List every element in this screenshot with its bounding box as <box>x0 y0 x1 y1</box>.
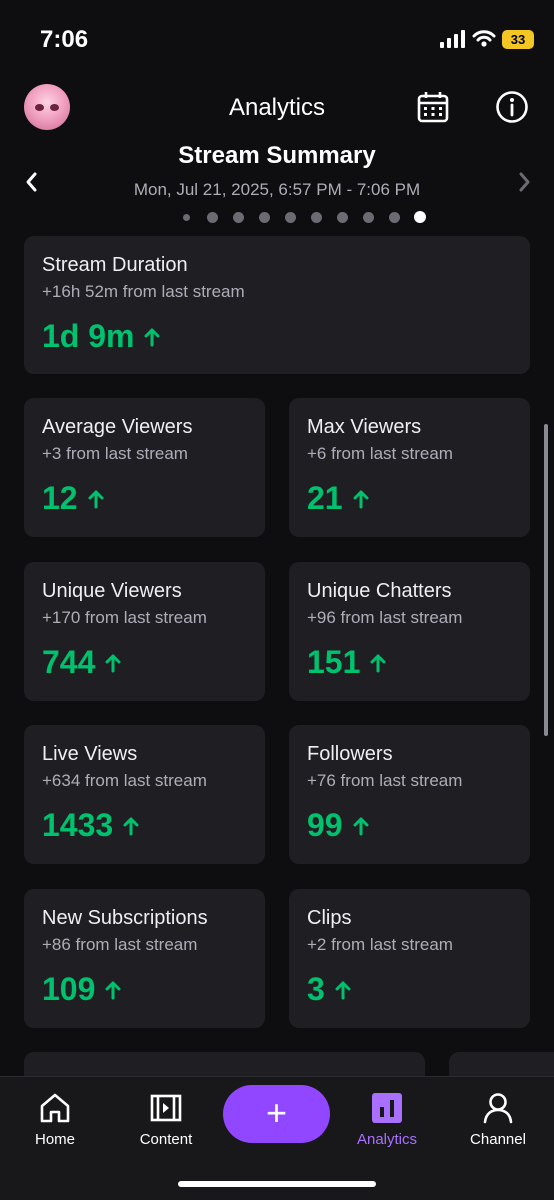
stat-card-followers: Followers +76 from last stream 99 <box>289 725 530 864</box>
stat-card-stream-duration: Stream Duration +16h 52m from last strea… <box>24 236 530 374</box>
stat-card-clips: Clips +2 from last stream 3 <box>289 889 530 1028</box>
stat-value: 1433 <box>42 807 139 844</box>
stat-title: Clips <box>307 907 352 929</box>
page-dot[interactable] <box>284 212 296 223</box>
stat-value: 99 <box>307 807 369 844</box>
arrow-up-icon <box>123 817 139 835</box>
page-dot[interactable] <box>258 212 270 223</box>
tab-bar: Home Content + Analytics Channel <box>0 1076 554 1200</box>
bar-chart-icon <box>372 1093 402 1123</box>
tab-label: Content <box>139 1131 193 1148</box>
stat-card-average-viewers: Average Viewers +3 from last stream 12 <box>24 398 265 537</box>
stat-card-live-views: Live Views +634 from last stream 1433 <box>24 725 265 864</box>
chevron-right-icon[interactable] <box>512 168 536 196</box>
stat-card-partial <box>449 1052 554 1076</box>
stat-change: +6 from last stream <box>307 444 453 463</box>
page-dot-active[interactable] <box>414 211 426 223</box>
stat-change: +3 from last stream <box>42 444 188 463</box>
tab-content[interactable]: Content <box>116 1091 216 1148</box>
home-icon <box>40 1093 70 1123</box>
home-indicator[interactable] <box>178 1181 376 1187</box>
page-dot[interactable] <box>232 212 244 223</box>
stat-change: +2 from last stream <box>307 935 453 954</box>
page-dot[interactable] <box>388 212 400 223</box>
tab-label: Analytics <box>356 1131 418 1148</box>
arrow-up-icon <box>88 490 104 508</box>
page-indicator[interactable] <box>0 210 554 224</box>
stat-change: +170 from last stream <box>42 608 207 627</box>
stat-title: New Subscriptions <box>42 907 208 929</box>
stat-title: Max Viewers <box>307 416 422 438</box>
stat-value: 12 <box>42 480 104 517</box>
arrow-up-icon <box>370 654 386 672</box>
tab-channel[interactable]: Channel <box>448 1091 548 1148</box>
user-icon <box>483 1093 513 1124</box>
arrow-up-icon <box>105 654 121 672</box>
calendar-icon[interactable] <box>416 90 450 124</box>
stat-title: Followers <box>307 743 393 765</box>
page-dot[interactable] <box>182 214 190 221</box>
stat-value: 21 <box>307 480 369 517</box>
tab-analytics[interactable]: Analytics <box>337 1091 437 1148</box>
arrow-up-icon <box>105 981 121 999</box>
summary-title: Stream Summary <box>178 142 376 169</box>
stat-change: +76 from last stream <box>307 771 463 790</box>
arrow-up-icon <box>144 328 160 346</box>
stat-change: +634 from last stream <box>42 771 207 790</box>
stat-card-new-subscriptions: New Subscriptions +86 from last stream 1… <box>24 889 265 1028</box>
arrow-up-icon <box>335 981 351 999</box>
stat-value: 1d 9m <box>42 318 160 355</box>
stat-value: 109 <box>42 971 121 1008</box>
stat-card-unique-viewers: Unique Viewers +170 from last stream 744 <box>24 562 265 701</box>
page-title: Analytics <box>228 94 326 121</box>
film-icon <box>150 1094 182 1122</box>
tab-label: Home <box>34 1131 75 1148</box>
stat-card-partial <box>24 1052 425 1076</box>
arrow-up-icon <box>353 490 369 508</box>
info-icon[interactable] <box>495 90 529 124</box>
page-dot[interactable] <box>206 212 218 223</box>
stat-value: 744 <box>42 644 121 681</box>
page-dot[interactable] <box>310 212 322 223</box>
scrollbar[interactable] <box>544 424 548 736</box>
stat-title: Average Viewers <box>42 416 193 438</box>
stat-value: 151 <box>307 644 386 681</box>
stat-change: +96 from last stream <box>307 608 463 627</box>
stat-change: +86 from last stream <box>42 935 198 954</box>
stat-card-max-viewers: Max Viewers +6 from last stream 21 <box>289 398 530 537</box>
stat-card-unique-chatters: Unique Chatters +96 from last stream 151 <box>289 562 530 701</box>
signal-icon <box>440 30 465 48</box>
stat-value: 3 <box>307 971 351 1008</box>
stats-list[interactable]: Stream Duration +16h 52m from last strea… <box>0 236 554 1076</box>
plus-icon: + <box>265 1092 288 1133</box>
stat-title: Stream Duration <box>42 254 188 276</box>
wifi-icon <box>472 30 496 47</box>
tab-label: Channel <box>470 1131 526 1148</box>
tab-home[interactable]: Home <box>5 1091 105 1148</box>
page-dot[interactable] <box>362 212 374 223</box>
page-dot[interactable] <box>336 212 348 223</box>
status-time: 7:06 <box>40 26 89 53</box>
summary-date: Mon, Jul 21, 2025, 6:57 PM - 7:06 PM <box>133 180 421 199</box>
create-button[interactable]: + <box>223 1085 330 1143</box>
stat-change: +16h 52m from last stream <box>42 282 245 301</box>
app-header: Analytics <box>0 80 554 140</box>
stat-title: Unique Viewers <box>42 580 182 602</box>
arrow-up-icon <box>353 817 369 835</box>
status-bar: 7:06 33 <box>0 0 554 80</box>
battery-level: 33 <box>502 30 534 49</box>
stat-title: Unique Chatters <box>307 580 452 602</box>
stat-title: Live Views <box>42 743 138 765</box>
